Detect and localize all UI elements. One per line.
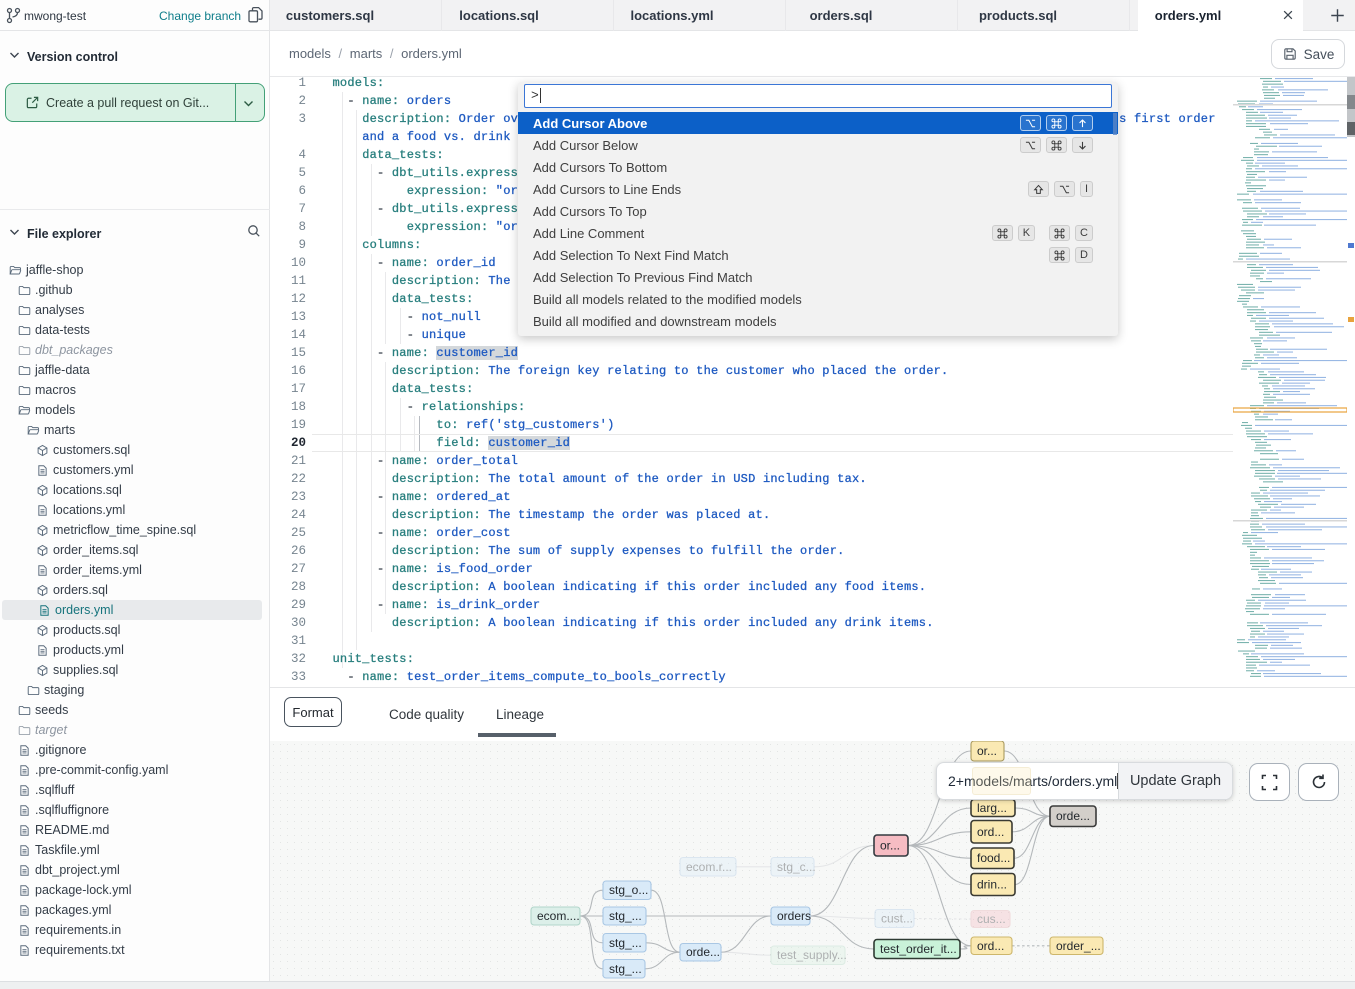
svg-text:food...: food... <box>977 851 1010 865</box>
svg-text:or...: or... <box>880 839 900 853</box>
svg-text:drin...: drin... <box>977 878 1007 892</box>
svg-text:ecom.r...: ecom.r... <box>686 860 732 874</box>
svg-text:larg...: larg... <box>977 801 1007 815</box>
svg-text:stg_...: stg_... <box>609 962 642 976</box>
svg-text:orde...: orde... <box>686 945 720 959</box>
svg-text:test_supply...: test_supply... <box>777 948 847 962</box>
svg-text:stg_...: stg_... <box>609 936 642 950</box>
svg-text:orders: orders <box>777 909 811 923</box>
svg-text:or...: or... <box>977 744 997 758</box>
svg-text:stg_c...: stg_c... <box>777 860 816 874</box>
svg-text:cust...: cust... <box>881 912 913 926</box>
svg-text:ord...: ord... <box>977 825 1004 839</box>
svg-text:orde...: orde... <box>1056 809 1090 823</box>
svg-text:ecom....: ecom.... <box>537 909 580 923</box>
svg-text:order_...: order_... <box>1056 939 1101 953</box>
svg-text:test_order_it...: test_order_it... <box>880 942 957 956</box>
svg-text:cus...: cus... <box>977 912 1006 926</box>
svg-text:stg_o...: stg_o... <box>609 883 648 897</box>
svg-text:stg_...: stg_... <box>609 909 642 923</box>
svg-text:ord...: ord... <box>977 939 1004 953</box>
